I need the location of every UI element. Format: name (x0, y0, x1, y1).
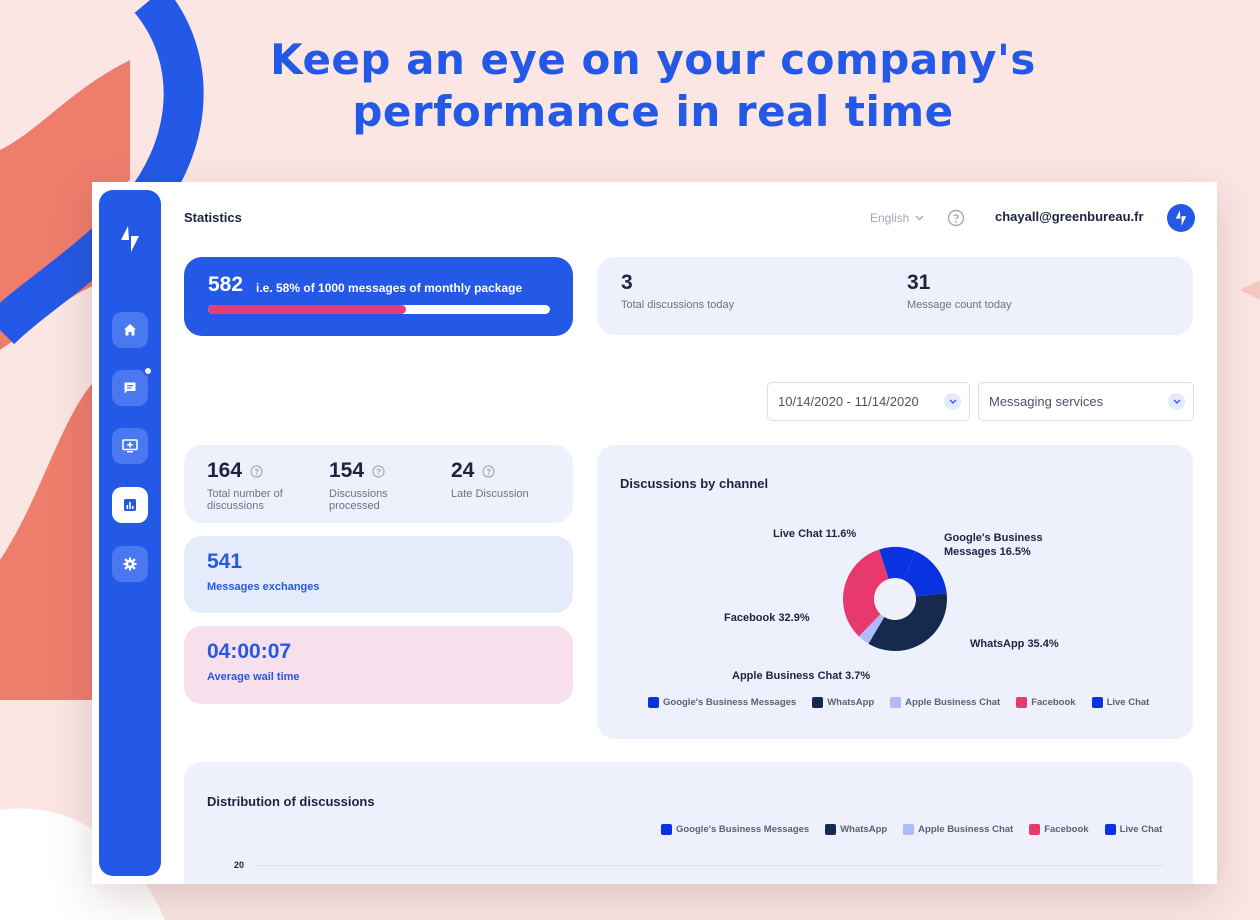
slice-label-apple: Apple Business Chat 3.7% (732, 670, 871, 682)
sidebar-item-statistics[interactable] (112, 487, 148, 523)
page-headline: Keep an eye on your company's performanc… (0, 34, 1260, 138)
today-summary-card: 3 Total discussions today 31 Message cou… (597, 257, 1193, 335)
page-title: Statistics (184, 210, 242, 225)
language-label: English (870, 211, 910, 225)
slice-label-whatsapp: WhatsApp 35.4% (970, 638, 1059, 650)
wait-value: 04:00:07 (207, 640, 292, 663)
stat-late: 24 Late Discussion (451, 459, 561, 500)
help-icon[interactable] (250, 464, 263, 478)
stat-total-label: Total number of discussions (207, 488, 283, 512)
today-messages-value: 31 (907, 271, 931, 294)
distribution-card: Distribution of discussions Google's Bus… (184, 762, 1193, 884)
messaging-services-value: Messaging services (989, 394, 1104, 409)
avatar[interactable] (1167, 204, 1195, 232)
chart-legend: Google's Business Messages WhatsApp Appl… (648, 697, 1149, 708)
help-icon[interactable] (947, 209, 965, 227)
stat-processed-label: Discussions processed (329, 488, 388, 512)
stat-late-value: 24 (451, 459, 475, 482)
messages-exchanges-card: 541 Messages exchanges (184, 536, 573, 613)
distribution-title: Distribution of discussions (207, 794, 375, 809)
help-icon[interactable] (372, 464, 385, 478)
slice-label-google: Google's Business Messages 16.5% (944, 532, 1043, 558)
stat-total-value: 164 (207, 459, 243, 482)
usage-text: i.e. 58% of 1000 messages of monthly pac… (256, 281, 523, 295)
donut-chart (843, 547, 947, 651)
stat-processed-value: 154 (329, 459, 365, 482)
average-wait-card: 04:00:07 Average wail time (184, 626, 573, 704)
legend-item-google[interactable]: Google's Business Messages (661, 824, 809, 835)
legend-item-whatsapp[interactable]: WhatsApp (825, 824, 887, 835)
app-window: Statistics English chayall@greenbureau.f… (92, 182, 1217, 884)
package-usage-card: 582 i.e. 58% of 1000 messages of monthly… (184, 257, 573, 336)
gear-icon (123, 557, 137, 571)
stat-late-label: Late Discussion (451, 488, 529, 500)
wait-label: Average wail time (207, 671, 300, 683)
legend-item-facebook[interactable]: Facebook (1016, 697, 1076, 708)
sidebar (99, 190, 161, 876)
chevron-down-icon (1168, 393, 1185, 410)
legend-item-google[interactable]: Google's Business Messages (648, 697, 796, 708)
sidebar-item-home[interactable] (112, 312, 148, 348)
slice-label-live-chat: Live Chat 11.6% (773, 528, 857, 540)
message-icon (124, 382, 136, 394)
legend-item-live-chat[interactable]: Live Chat (1104, 824, 1162, 835)
user-email[interactable]: chayall@greenbureau.fr (995, 209, 1144, 224)
today-discussions-label: Total discussions today (621, 299, 735, 311)
monitor-add-icon (122, 439, 138, 453)
legend-item-apple[interactable]: Apple Business Chat (890, 697, 1000, 708)
today-messages: 31 Message count today (907, 271, 1012, 311)
usage-count: 582 (208, 273, 244, 296)
headline-line-2: performance in real time (352, 87, 954, 136)
sidebar-item-messages[interactable] (112, 366, 153, 406)
bar-chart-icon (124, 499, 136, 511)
legend-item-apple[interactable]: Apple Business Chat (903, 824, 1013, 835)
chevron-down-icon (915, 215, 924, 221)
headline-line-1: Keep an eye on your company's (270, 35, 1036, 84)
language-select[interactable]: English (870, 211, 924, 225)
today-messages-label: Message count today (907, 299, 1012, 311)
usage-progress-bar (208, 305, 550, 314)
exchanges-value: 541 (207, 550, 243, 573)
discussion-stats-card: 164 Total number of discussions 154 Disc… (184, 445, 573, 523)
date-range-select[interactable]: 10/14/2020 - 11/14/2020 (767, 382, 970, 421)
stat-processed: 154 Discussions processed (329, 459, 409, 512)
slice-label-facebook: Facebook 32.9% (724, 612, 810, 624)
legend-item-live-chat[interactable]: Live Chat (1091, 697, 1149, 708)
grid-line (256, 865, 1164, 866)
chevron-down-icon (944, 393, 961, 410)
distribution-legend: Google's Business Messages WhatsApp Appl… (661, 824, 1162, 835)
stat-total: 164 Total number of discussions (207, 459, 307, 512)
messaging-services-select[interactable]: Messaging services (978, 382, 1194, 421)
usage-progress-fill (208, 305, 407, 314)
home-icon (124, 324, 136, 336)
sidebar-item-settings[interactable] (112, 546, 148, 582)
discussions-by-channel-card: Discussions by channel Live Chat 11.6% G… (597, 445, 1193, 739)
sidebar-item-screens[interactable] (112, 428, 148, 464)
help-icon[interactable] (482, 464, 495, 478)
legend-item-facebook[interactable]: Facebook (1029, 824, 1089, 835)
exchanges-label: Messages exchanges (207, 581, 320, 593)
date-range-value: 10/14/2020 - 11/14/2020 (778, 394, 919, 409)
today-discussions-value: 3 (621, 271, 633, 294)
notification-dot (143, 366, 153, 376)
logo-icon (121, 226, 139, 252)
today-discussions: 3 Total discussions today (621, 271, 734, 311)
legend-item-whatsapp[interactable]: WhatsApp (812, 697, 874, 708)
logo-icon (1175, 210, 1187, 226)
y-tick-label: 20 (234, 860, 245, 870)
